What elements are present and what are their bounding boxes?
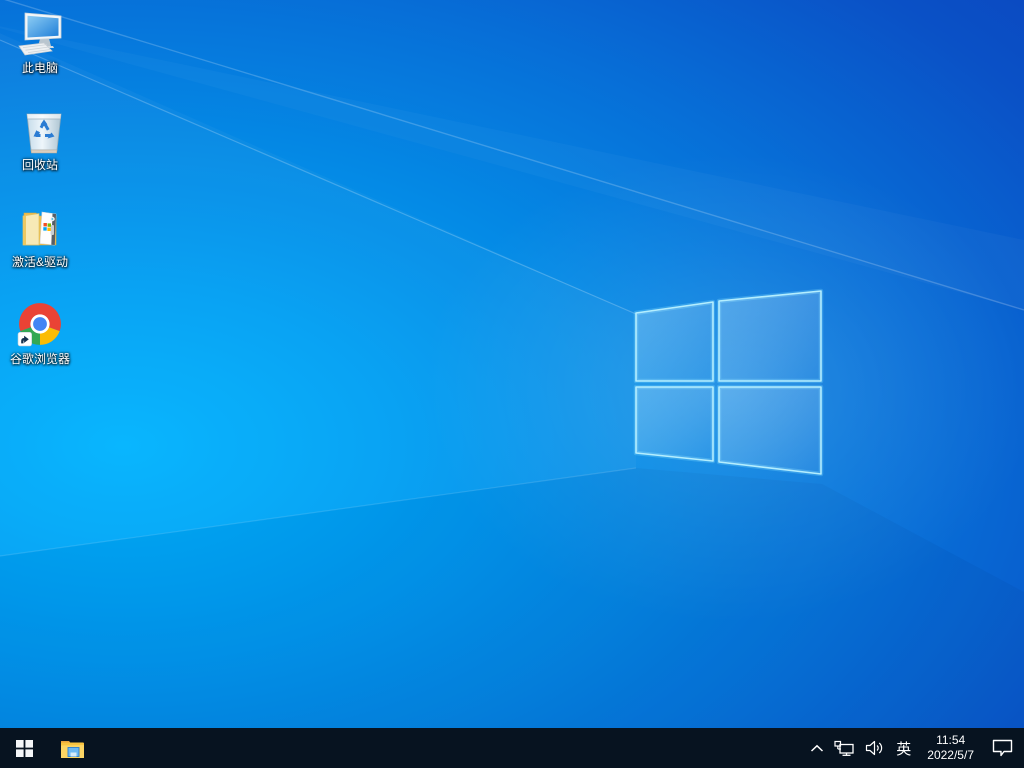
recycle-bin-label: 回收站	[21, 158, 58, 172]
taskbar: 英 11:54 2022/5/7	[0, 728, 1024, 768]
clock-time: 11:54	[936, 733, 966, 747]
chevron-up-icon	[811, 744, 824, 752]
windows-start-icon	[15, 739, 33, 757]
speaker-volume-icon	[866, 740, 883, 756]
activation-drivers-label: 激活&驱动	[11, 255, 68, 269]
recycle-bin-icon	[26, 113, 62, 154]
desktop-icon-recycle-bin[interactable]: 回收站	[1, 103, 79, 200]
file-explorer-icon	[60, 740, 84, 758]
windows-logo-light-rays	[0, 0, 1024, 768]
tray-show-hidden-icons-button[interactable]	[805, 728, 829, 768]
this-pc-icon	[18, 12, 62, 56]
action-center-icon	[992, 739, 1013, 757]
desktop-icon-activation-drivers[interactable]: 激活&驱动	[1, 200, 79, 297]
tray-network-button[interactable]	[829, 728, 860, 768]
tray-clock[interactable]: 11:54 2022/5/7	[918, 728, 983, 768]
taskbar-empty-area	[96, 728, 805, 768]
desktop-icon-grid: 此电脑 回收站 激活&驱动 谷歌浏览器	[1, 6, 79, 394]
language-indicator-text: 英	[896, 740, 912, 758]
this-pc-label: 此电脑	[21, 61, 58, 75]
tray-language-indicator[interactable]: 英	[889, 728, 918, 768]
open-folder-icon	[22, 211, 57, 246]
network-ethernet-icon	[834, 740, 854, 756]
action-center-button[interactable]	[983, 728, 1024, 768]
shortcut-arrow-badge	[17, 332, 32, 347]
start-button[interactable]	[0, 728, 48, 768]
desktop-wallpaper	[0, 0, 1024, 768]
desktop-icon-this-pc[interactable]: 此电脑	[1, 6, 79, 103]
clock-date: 2022/5/7	[927, 748, 974, 762]
file-explorer-button[interactable]	[48, 728, 96, 768]
tray-volume-button[interactable]	[860, 728, 889, 768]
google-chrome-label: 谷歌浏览器	[9, 352, 70, 366]
chrome-icon	[17, 303, 61, 347]
desktop-icon-google-chrome[interactable]: 谷歌浏览器	[1, 297, 79, 394]
system-tray: 英 11:54 2022/5/7	[805, 728, 1024, 768]
